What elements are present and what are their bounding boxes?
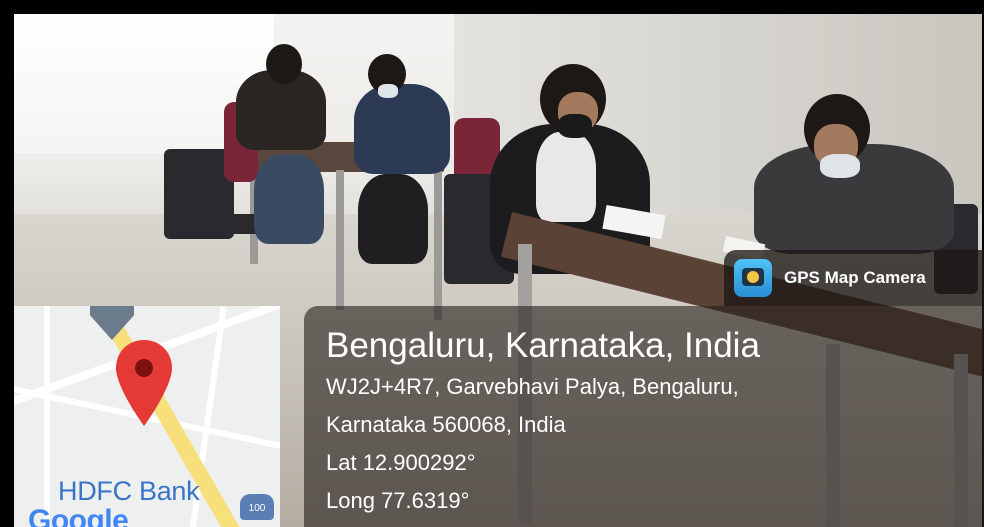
person-2-legs	[358, 174, 428, 264]
face-mask	[820, 154, 860, 178]
map-place-label: HDFC Bank	[58, 476, 200, 506]
face-mask	[378, 84, 398, 98]
address-line-1: WJ2J+4R7, Garvebhavi Palya, Bengaluru,	[326, 374, 739, 399]
google-logo: Google	[28, 504, 129, 527]
bank-icon: 100	[240, 494, 274, 520]
desk-leg	[434, 170, 442, 320]
desk-leg	[336, 170, 344, 310]
map-pin-icon	[116, 340, 172, 426]
address-line-2: Karnataka 560068, India	[326, 412, 566, 437]
map-road	[44, 306, 50, 527]
person-3-shirt	[536, 132, 596, 222]
gps-map-camera-badge: GPS Map Camera	[724, 250, 984, 306]
chair-seat	[174, 214, 264, 234]
person-1-legs	[254, 154, 324, 244]
face-mask	[558, 114, 592, 138]
gps-camera-app-icon	[734, 259, 772, 297]
image-frame: HDFC Bank Google 100 Bengaluru, Karnatak…	[0, 0, 984, 527]
latitude: Lat 12.900292°	[326, 450, 476, 475]
longitude: Long 77.6319°	[326, 488, 470, 513]
person-2-torso	[354, 84, 450, 174]
location-info-panel: Bengaluru, Karnataka, India WJ2J+4R7, Ga…	[304, 306, 984, 527]
person-1-head	[266, 44, 302, 84]
badge-label: GPS Map Camera	[784, 268, 926, 287]
location-title: Bengaluru, Karnataka, India	[326, 326, 760, 365]
map-thumbnail: HDFC Bank Google 100	[14, 306, 280, 527]
